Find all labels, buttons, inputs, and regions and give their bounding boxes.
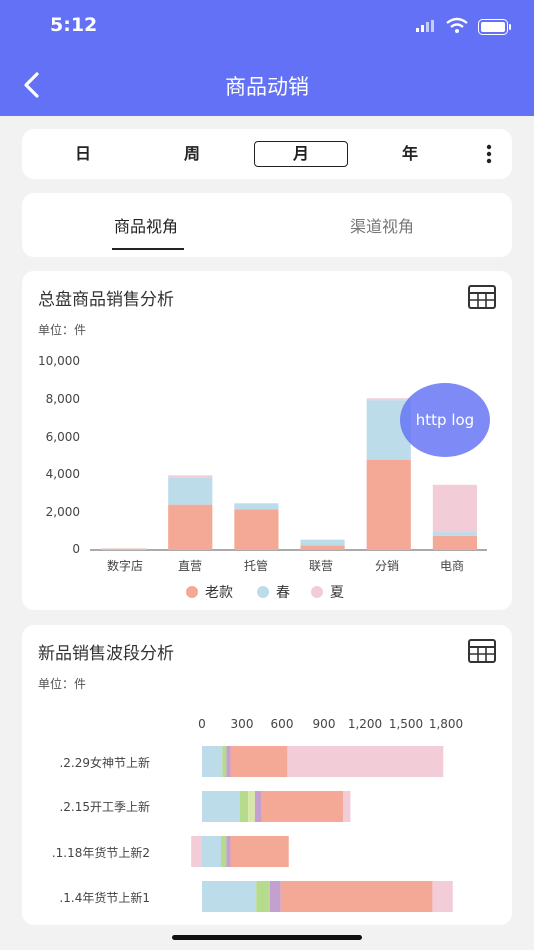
- horizontal-bar-plot: [191, 746, 453, 912]
- bar-segment[interactable]: [191, 836, 202, 867]
- bar-segment[interactable]: [234, 503, 279, 510]
- x-tick: 电商: [439, 559, 464, 573]
- more-icon[interactable]: [484, 144, 494, 164]
- period-year[interactable]: 年: [363, 141, 457, 167]
- bar-segment[interactable]: [234, 503, 279, 504]
- bar-segment[interactable]: [222, 746, 227, 777]
- bar-segment[interactable]: [168, 477, 213, 505]
- period-week[interactable]: 周: [145, 141, 239, 167]
- new-product-wave-chart-card: 新品销售波段分析 单位：件 0 300 600 900 1,200 1,500 …: [22, 625, 512, 925]
- legend-item-summer[interactable]: 夏: [311, 582, 344, 602]
- legend-label: 老款: [205, 585, 233, 601]
- bar-segment[interactable]: [432, 535, 477, 550]
- bar-segment[interactable]: [239, 791, 249, 822]
- bar-segment[interactable]: [226, 746, 231, 777]
- status-time: 5:12: [50, 14, 98, 36]
- status-bar: 5:12: [0, 0, 534, 56]
- period-day[interactable]: 日: [36, 141, 130, 167]
- bar-segment[interactable]: [280, 881, 433, 912]
- x-tick: 直营: [177, 559, 202, 573]
- tab-product-view[interactable]: 商品视角: [114, 213, 178, 237]
- bar-segment[interactable]: [230, 746, 288, 777]
- battery-icon: [478, 19, 511, 35]
- x-tick: 托管: [243, 559, 268, 573]
- wifi-icon: [446, 17, 468, 33]
- bar-segment[interactable]: [168, 504, 213, 550]
- bar-segment[interactable]: [234, 509, 279, 550]
- bar-segment[interactable]: [202, 881, 257, 912]
- x-tick: 分销: [374, 559, 399, 573]
- bar-segment[interactable]: [202, 746, 223, 777]
- bar-segment[interactable]: [226, 836, 231, 867]
- legend-item-old[interactable]: 老款: [186, 582, 233, 602]
- signal-icon: [416, 20, 434, 32]
- bar-segment[interactable]: [300, 539, 345, 546]
- view-tabs: 商品视角 渠道视角: [22, 193, 512, 257]
- bar-segment[interactable]: [248, 791, 255, 822]
- tab-underline: [112, 248, 184, 250]
- tab-channel-view[interactable]: 渠道视角: [350, 213, 414, 237]
- x-tick: 联营: [308, 559, 333, 573]
- bar-segment[interactable]: [256, 881, 270, 912]
- bar-segment[interactable]: [432, 484, 477, 533]
- bar-segment[interactable]: [300, 545, 345, 550]
- x-tick: 数字店: [106, 559, 143, 573]
- home-indicator: [172, 935, 362, 940]
- legend-label: 夏: [330, 585, 344, 601]
- nav-bar: 商品动销: [0, 56, 534, 116]
- bar-segment[interactable]: [202, 791, 240, 822]
- legend-dot: [311, 586, 323, 598]
- bar-segment[interactable]: [432, 881, 453, 912]
- bar-segment[interactable]: [202, 836, 221, 867]
- legend-label: 春: [276, 585, 290, 601]
- page-title: 商品动销: [225, 75, 309, 99]
- legend-dot: [257, 586, 269, 598]
- bar-segment[interactable]: [366, 398, 411, 401]
- bar-segment[interactable]: [287, 746, 444, 777]
- bar-segment[interactable]: [230, 836, 289, 867]
- bar-segment[interactable]: [342, 791, 351, 822]
- period-selector: 日 周 月 年: [22, 129, 512, 179]
- bar-segment[interactable]: [168, 475, 213, 478]
- bar-segment[interactable]: [102, 548, 147, 551]
- bar-segment[interactable]: [366, 459, 411, 550]
- http-log-bubble[interactable]: http log: [400, 383, 490, 457]
- bar-segment[interactable]: [432, 532, 477, 536]
- bar-segment[interactable]: [254, 791, 262, 822]
- bar-segment[interactable]: [269, 881, 281, 912]
- period-month[interactable]: 月: [254, 141, 348, 167]
- bar-segment[interactable]: [220, 836, 227, 867]
- legend-dot: [186, 586, 198, 598]
- legend-item-spring[interactable]: 春: [257, 582, 290, 602]
- bar-segment[interactable]: [261, 791, 343, 822]
